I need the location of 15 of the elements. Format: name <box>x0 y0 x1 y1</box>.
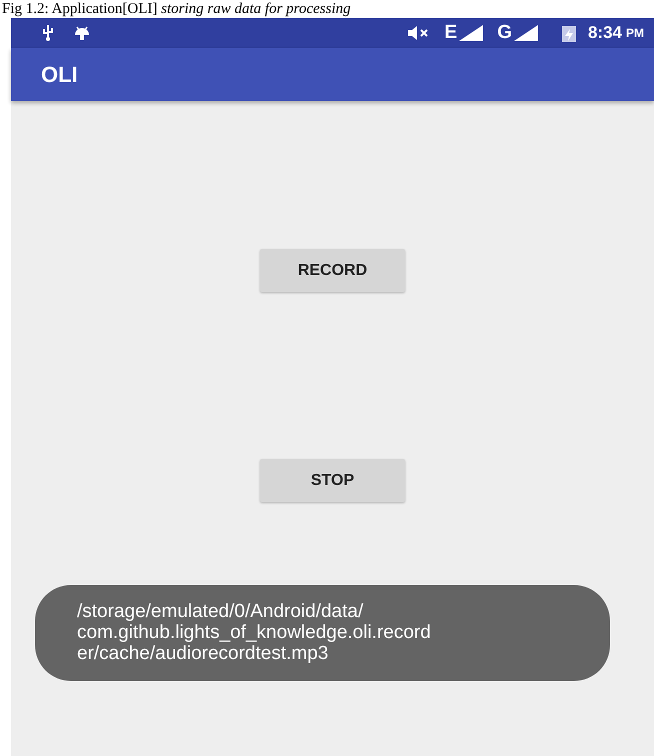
toast-message: /storage/emulated/0/Android/data/ com.github.lights_of_knowledge.oli.record er/cache/audiorecordtest.mp3 <box>35 585 610 681</box>
signal-icon <box>514 25 538 41</box>
clock-period: PM <box>626 26 644 40</box>
app-title: OLI <box>41 62 78 88</box>
signal-icon <box>459 25 484 41</box>
mute-icon <box>406 26 430 40</box>
network-type: E <box>444 22 458 44</box>
battery-icon <box>562 24 576 42</box>
figure-caption: Fig 1.2: Application[OLI] storing raw data for processing <box>1 0 352 18</box>
network-type: G <box>497 22 512 44</box>
action-button[interactable]: RECORD <box>260 249 405 292</box>
android-icon <box>73 24 91 42</box>
action-button[interactable]: STOP <box>260 459 405 502</box>
usb-icon <box>41 24 55 42</box>
clock-time: 8:34 <box>588 23 622 43</box>
